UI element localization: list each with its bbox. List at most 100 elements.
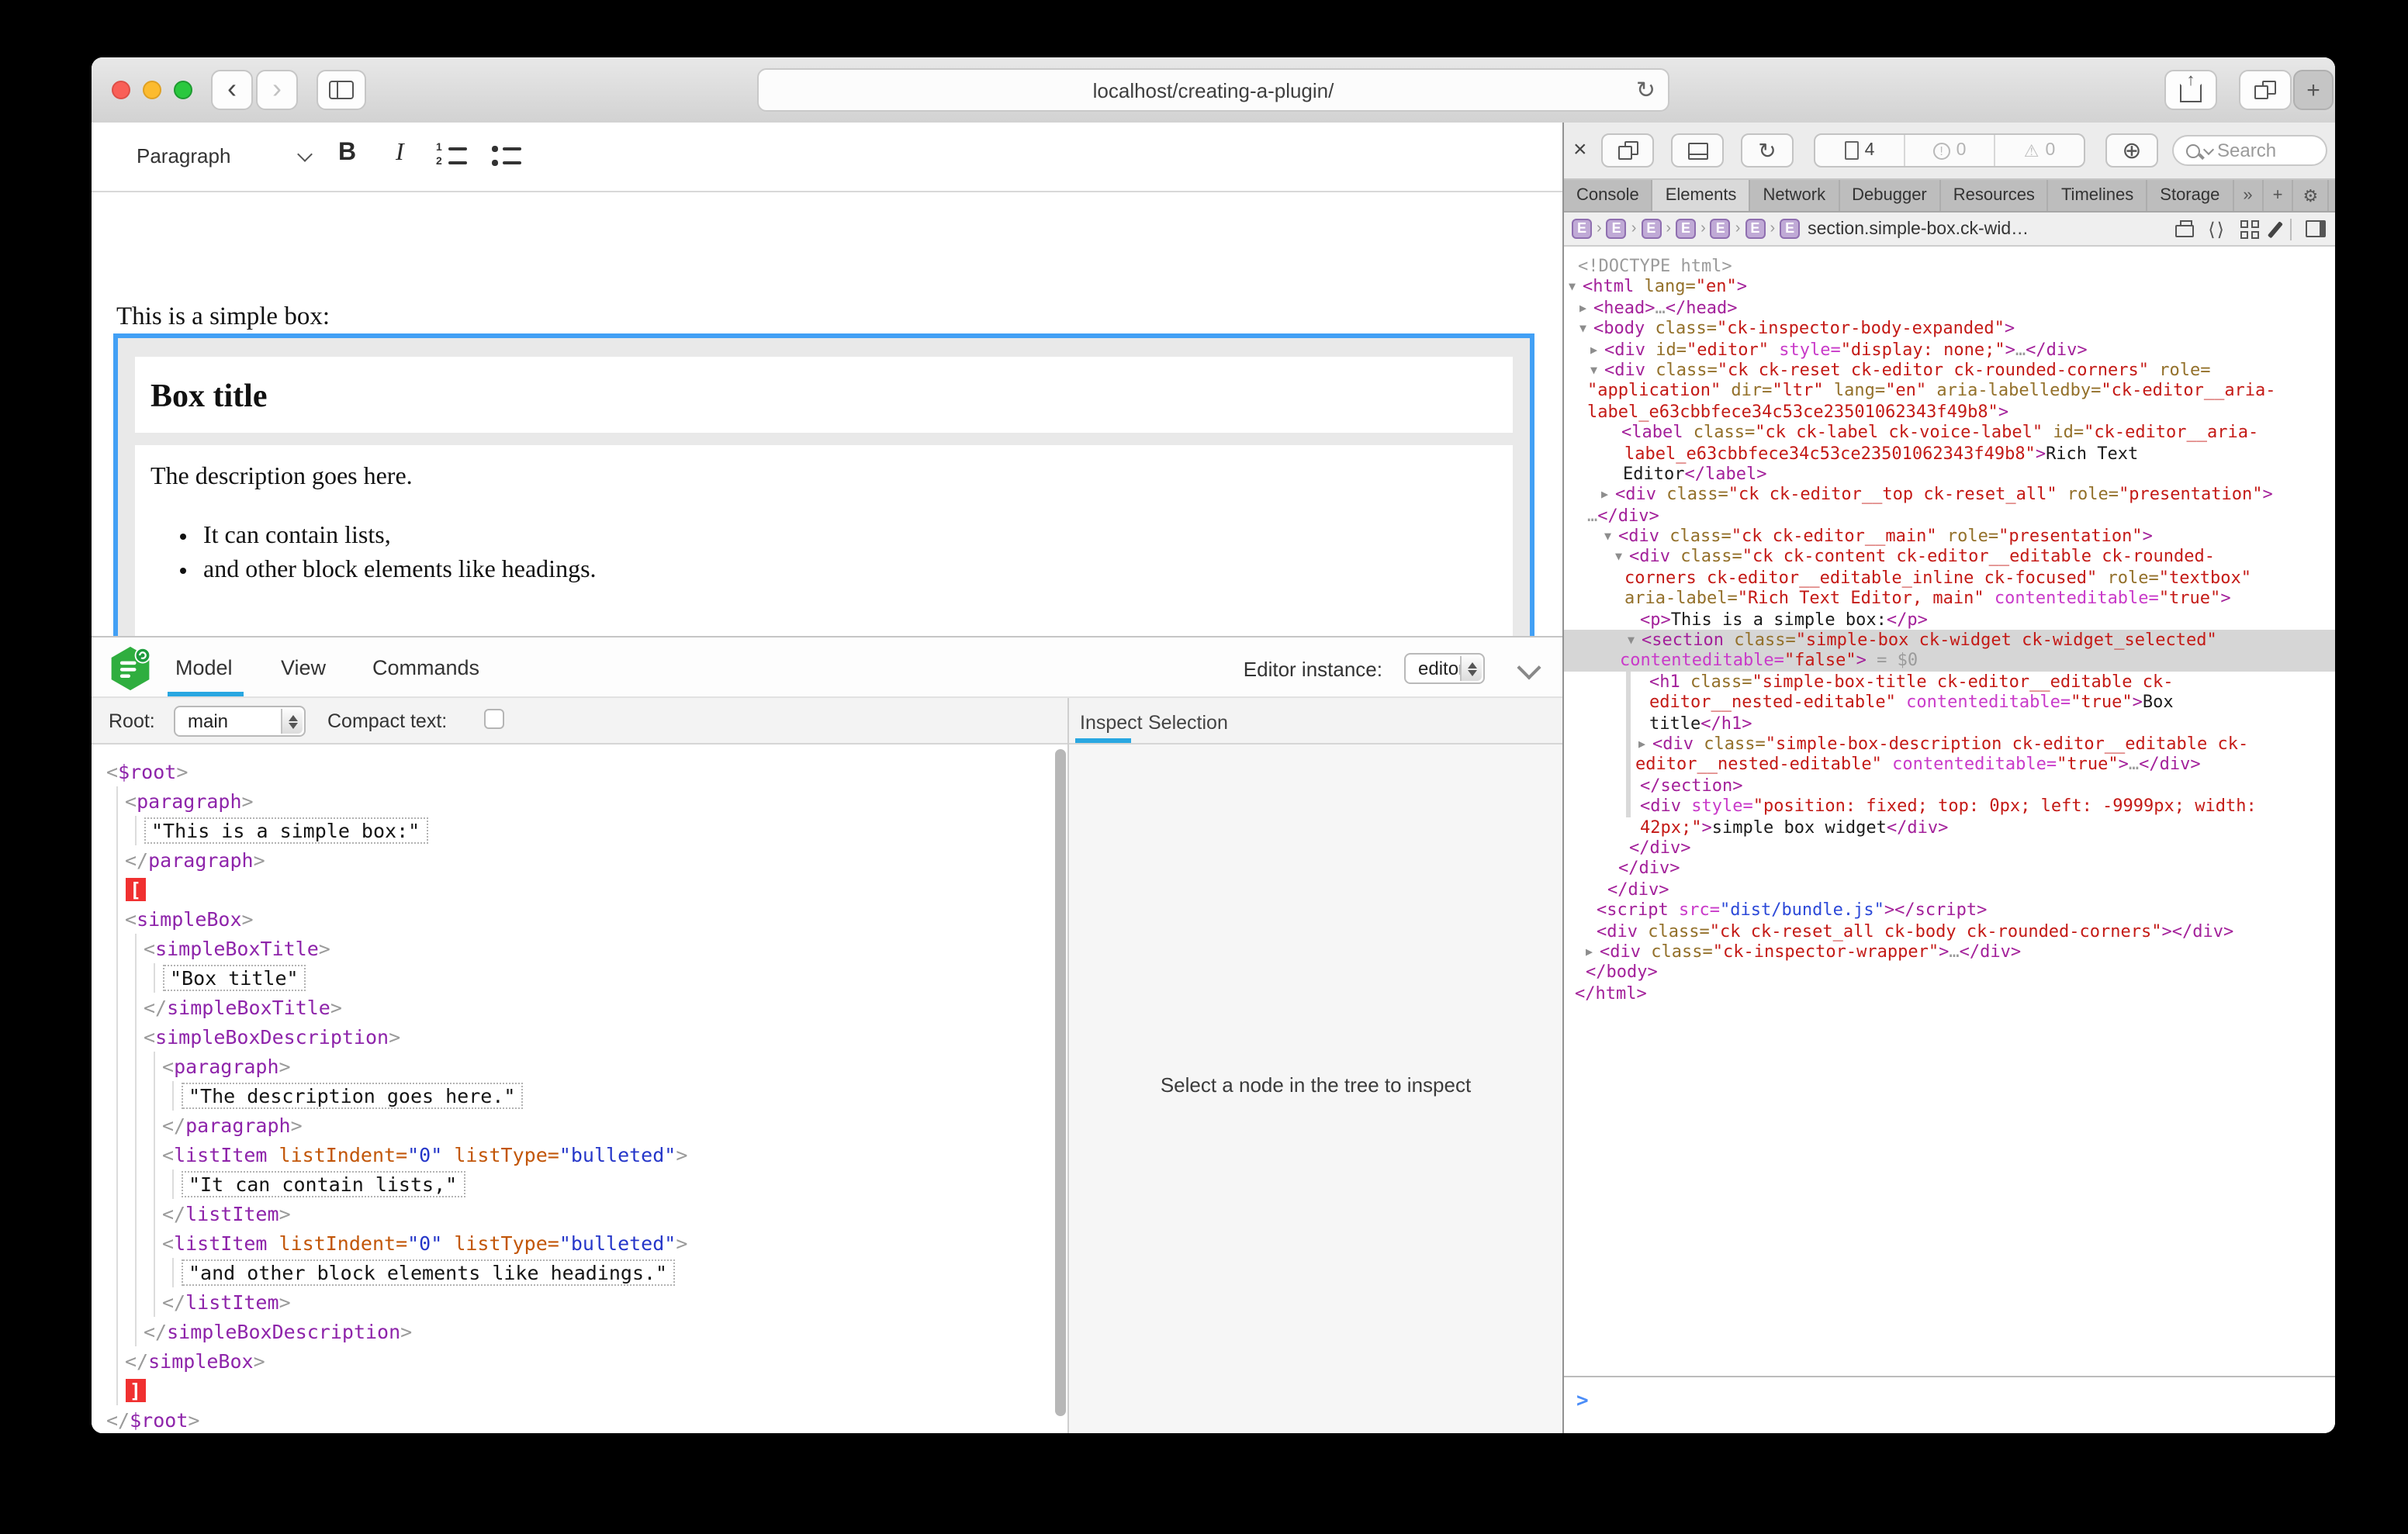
- model-tree-line[interactable]: "Box title": [92, 963, 1067, 993]
- tab-view[interactable]: View: [281, 656, 326, 679]
- model-tree[interactable]: <$root><paragraph>"This is a simple box:…: [92, 745, 1067, 1433]
- dom-tree-row[interactable]: </body>: [1564, 962, 2335, 983]
- dom-tree-row[interactable]: <h1 class="simple-box-title ck-editor__e…: [1564, 672, 2335, 693]
- editor-instance-select[interactable]: editor: [1404, 653, 1485, 684]
- collapse-inspector-icon[interactable]: [1517, 655, 1541, 679]
- element-badge[interactable]: E: [1780, 219, 1800, 239]
- model-tree-line[interactable]: [: [92, 875, 1067, 904]
- model-tree-line[interactable]: </listItem>: [92, 1199, 1067, 1228]
- new-tab-button[interactable]: +: [2293, 70, 2334, 110]
- element-badge[interactable]: E: [1745, 219, 1765, 239]
- element-badge[interactable]: E: [1641, 219, 1661, 239]
- box-title[interactable]: Box title: [135, 357, 1513, 433]
- intro-paragraph[interactable]: This is a simple box:: [116, 300, 330, 331]
- dom-tree-row[interactable]: ▼<div class="ck ck-content ck-editor__ed…: [1564, 547, 2335, 568]
- dom-tree-row[interactable]: corners ck-editor__editable_inline ck-fo…: [1564, 568, 2335, 589]
- warning-count-badge[interactable]: ⚠ 0: [1994, 135, 2084, 166]
- dom-tree-row[interactable]: </div>: [1564, 879, 2335, 900]
- minimize-window-button[interactable]: [143, 81, 161, 99]
- grid-overlay-icon[interactable]: [2240, 219, 2258, 238]
- model-tree-line[interactable]: <paragraph>: [92, 1052, 1067, 1081]
- close-window-button[interactable]: [112, 81, 130, 99]
- share-button[interactable]: ↑: [2164, 70, 2217, 110]
- dom-tree-row[interactable]: "application" dir="ltr" lang="en" aria-l…: [1564, 381, 2335, 402]
- compact-text-checkbox[interactable]: [484, 709, 504, 729]
- more-tabs-button[interactable]: »: [2233, 180, 2263, 211]
- model-tree-line[interactable]: </paragraph>: [92, 1111, 1067, 1140]
- dom-tree-row[interactable]: label_e63cbbfece34c53ce23501062343f49b8"…: [1564, 401, 2335, 422]
- dom-tree-row[interactable]: ▶<div class="ck ck-editor__top ck-reset_…: [1564, 485, 2335, 506]
- model-tree-line[interactable]: <simpleBox>: [92, 904, 1067, 934]
- details-sidebar-toggle-icon[interactable]: [2306, 220, 2326, 237]
- element-picker-button[interactable]: ⊕: [2105, 133, 2158, 168]
- forward-button[interactable]: ›: [256, 70, 298, 110]
- dom-tree-row[interactable]: ▼<html lang="en">: [1564, 277, 2335, 298]
- model-tree-line[interactable]: </$root>: [92, 1405, 1067, 1433]
- bold-button[interactable]: B: [338, 140, 356, 168]
- chevron-down-icon[interactable]: [297, 147, 313, 162]
- model-tree-line[interactable]: </simpleBoxDescription>: [92, 1317, 1067, 1346]
- simple-box-widget[interactable]: Box title The description goes here. It …: [113, 333, 1534, 672]
- model-tree-line[interactable]: </listItem>: [92, 1287, 1067, 1317]
- dom-tree-row[interactable]: </section>: [1564, 776, 2335, 796]
- dom-tree-row[interactable]: ▼<div class="ck ck-reset ck-editor ck-ro…: [1564, 360, 2335, 381]
- add-tab-button[interactable]: +: [2264, 180, 2294, 211]
- panel-divider[interactable]: [1067, 698, 1069, 1433]
- tab-elements[interactable]: Elements: [1653, 180, 1751, 211]
- box-description[interactable]: The description goes here. It can contai…: [135, 445, 1513, 648]
- sidebar-button[interactable]: [317, 70, 366, 110]
- tab-timelines[interactable]: Timelines: [2049, 180, 2147, 211]
- model-tree-line[interactable]: ]: [92, 1376, 1067, 1405]
- tab-network[interactable]: Network: [1750, 180, 1839, 211]
- dock-devtools-button[interactable]: [1671, 133, 1724, 168]
- dom-tree-row[interactable]: <div style="position: fixed; top: 0px; l…: [1564, 796, 2335, 817]
- dom-tree-row[interactable]: title</h1>: [1564, 713, 2335, 734]
- root-select[interactable]: main: [174, 706, 306, 737]
- list-item[interactable]: It can contain lists,: [203, 523, 597, 549]
- tab-resources[interactable]: Resources: [1941, 180, 2049, 211]
- titlebar[interactable]: ‹ › localhost/creating-a-plugin/ ↻ ↑ +: [92, 57, 2335, 124]
- model-tree-line[interactable]: <listItem listIndent="0" listType="bulle…: [92, 1140, 1067, 1170]
- source-code-icon[interactable]: ⟨⟩: [2208, 218, 2226, 240]
- styles-brush-icon[interactable]: [2267, 220, 2282, 237]
- dom-tree-row[interactable]: editor__nested-editable" contenteditable…: [1564, 692, 2335, 713]
- selected-node-label[interactable]: section.simple-box.ck-wid…: [1808, 219, 2029, 238]
- dom-tree-row[interactable]: aria-label="Rich Text Editor, main" cont…: [1564, 589, 2335, 610]
- list-item[interactable]: and other block elements like headings.: [203, 557, 597, 583]
- dom-tree-row[interactable]: </div>: [1564, 859, 2335, 879]
- model-tree-line[interactable]: <$root>: [92, 757, 1067, 786]
- dom-tree-row[interactable]: …</div>: [1564, 505, 2335, 526]
- description-text[interactable]: The description goes here.: [150, 464, 413, 492]
- issues-summary[interactable]: 4 ! 0 ⚠ 0: [1814, 133, 2085, 168]
- paragraph-dropdown[interactable]: Paragraph: [137, 144, 230, 168]
- dom-tree-row[interactable]: </html>: [1564, 983, 2335, 1004]
- dom-tree-row[interactable]: label_e63cbbfece34c53ce23501062343f49b8"…: [1564, 443, 2335, 464]
- dom-tree-row[interactable]: ▶<div id="editor" style="display: none;"…: [1564, 339, 2335, 360]
- back-button[interactable]: ‹: [211, 70, 253, 110]
- element-badge[interactable]: E: [1676, 219, 1696, 239]
- model-tree-line[interactable]: <paragraph>: [92, 786, 1067, 816]
- detach-devtools-button[interactable]: [1601, 133, 1654, 168]
- dom-tree-row[interactable]: </div>: [1564, 838, 2335, 859]
- model-tree-line[interactable]: <listItem listIndent="0" listType="bulle…: [92, 1228, 1067, 1258]
- bulleted-list-button[interactable]: [492, 144, 523, 169]
- dom-tree-row[interactable]: ▼<div class="ck ck-editor__main" role="p…: [1564, 526, 2335, 547]
- error-count-badge[interactable]: ! 0: [1904, 135, 1994, 166]
- tab-inspect[interactable]: Inspect: [1080, 712, 1143, 734]
- dom-tree-row[interactable]: <p>This is a simple box:</p>: [1564, 609, 2335, 630]
- dom-tree-row[interactable]: ▶<div class="simple-box-description ck-e…: [1564, 734, 2335, 755]
- devtools-search-field[interactable]: Search: [2172, 135, 2327, 166]
- element-badge[interactable]: E: [1711, 219, 1731, 239]
- tab-console[interactable]: Console: [1564, 180, 1653, 211]
- tab-model[interactable]: Model: [175, 656, 233, 679]
- dom-tree-row[interactable]: <!DOCTYPE html>: [1564, 256, 2335, 277]
- model-tree-line[interactable]: "The description goes here.": [92, 1081, 1067, 1111]
- model-tree-line[interactable]: </paragraph>: [92, 845, 1067, 875]
- dom-tree-row[interactable]: editor__nested-editable" contenteditable…: [1564, 755, 2335, 776]
- model-tree-line[interactable]: </simpleBoxTitle>: [92, 993, 1067, 1022]
- dom-tree-row[interactable]: ▶<div class="ck-inspector-wrapper">…</di…: [1564, 941, 2335, 962]
- breadcrumb[interactable]: E›E›E›E›E›E›E: [1572, 219, 1800, 239]
- dom-tree-row[interactable]: ▶<head>…</head>: [1564, 298, 2335, 319]
- model-tree-line[interactable]: <simpleBoxTitle>: [92, 934, 1067, 963]
- model-tree-line[interactable]: "This is a simple box:": [92, 816, 1067, 845]
